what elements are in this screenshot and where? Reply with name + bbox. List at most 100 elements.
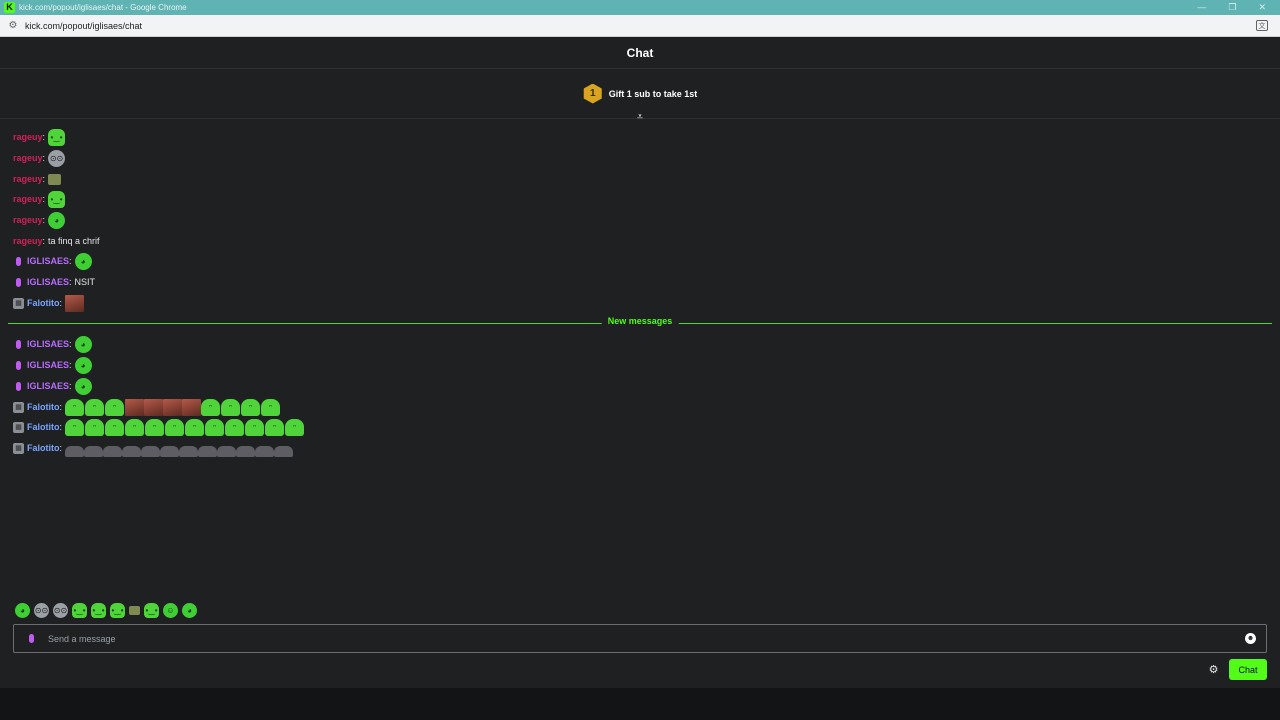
- glasses-face-emote-icon[interactable]: ⊙⊙: [48, 149, 66, 167]
- site-info-icon[interactable]: ⚙: [7, 20, 19, 32]
- ghost-emote-icon[interactable]: ᵔ: [105, 418, 125, 436]
- username-separator: :: [42, 194, 46, 204]
- close-icon[interactable]: ✕: [1258, 2, 1266, 13]
- message-input-box[interactable]: ☻: [13, 624, 1267, 653]
- chat-header: Chat: [0, 38, 1280, 69]
- bird-emote-icon[interactable]: [198, 445, 218, 457]
- ghost-emote-icon[interactable]: ᵔ: [85, 418, 105, 436]
- box-face-emote-icon[interactable]: [48, 173, 62, 185]
- url-text[interactable]: kick.com/popout/iglisaes/chat: [25, 21, 142, 31]
- green-blob-quick-emote-icon[interactable]: •‿•: [110, 603, 125, 618]
- chat-username[interactable]: rageuy: [13, 132, 43, 142]
- translate-icon[interactable]: 文: [1256, 20, 1268, 31]
- round-green-quick-emote-icon[interactable]: ◕: [182, 603, 197, 618]
- chat-username[interactable]: IGLISAES: [27, 339, 69, 349]
- chat-username[interactable]: rageuy: [13, 174, 43, 184]
- ghost-emote-icon[interactable]: ᵔ: [125, 418, 145, 436]
- photo-emote-icon[interactable]: [144, 398, 164, 416]
- green-blob-emote-icon[interactable]: •‿•: [48, 128, 66, 146]
- ghost-emote-icon[interactable]: ᵔ: [265, 418, 285, 436]
- chat-username[interactable]: rageuy: [13, 194, 43, 204]
- chat-username[interactable]: Falotito: [27, 443, 60, 453]
- emoji-picker-icon[interactable]: ☻: [1245, 633, 1256, 644]
- chat-settings-gear-icon[interactable]: ⚙: [1207, 663, 1220, 676]
- green-blob-quick-emote-icon[interactable]: •‿•: [144, 603, 159, 618]
- ghost-emote-icon[interactable]: ᵔ: [261, 398, 281, 416]
- bird-emote-icon[interactable]: [103, 445, 123, 457]
- round-green-emote-icon[interactable]: ◕: [74, 252, 92, 270]
- broadcaster-mic-icon: [13, 380, 23, 392]
- chat-message: IGLISAES: ◕: [13, 355, 92, 375]
- face-yellow-quick-emote-icon[interactable]: ☺: [163, 603, 178, 618]
- ghost-emote-icon[interactable]: ᵔ: [185, 418, 205, 436]
- bird-emote-icon[interactable]: [122, 445, 142, 457]
- ghost-emote-icon[interactable]: ᵔ: [145, 418, 165, 436]
- ghost-emote-icon[interactable]: ᵔ: [245, 418, 265, 436]
- ghost-emote-icon[interactable]: ᵔ: [165, 418, 185, 436]
- round-green-emote-icon[interactable]: ◕: [74, 335, 92, 353]
- ghost-emote-icon[interactable]: ᵔ: [285, 418, 305, 436]
- new-messages-label: New messages: [601, 316, 679, 326]
- green-blob-quick-emote-icon[interactable]: •‿•: [91, 603, 106, 618]
- bird-emote-icon[interactable]: [160, 445, 180, 457]
- address-bar[interactable]: ⚙ kick.com/popout/iglisaes/chat 文: [0, 15, 1280, 37]
- ghost-emote-icon[interactable]: ᵔ: [201, 398, 221, 416]
- ghost-emote-icon[interactable]: ᵔ: [85, 398, 105, 416]
- green-blob-quick-emote-icon[interactable]: •‿•: [72, 603, 87, 618]
- gift-sub-prompt[interactable]: Gift 1 sub to take 1st: [609, 89, 698, 99]
- ghost-emote-icon[interactable]: ᵔ: [225, 418, 245, 436]
- bottom-strip: [0, 688, 1280, 720]
- bird-emote-icon[interactable]: [217, 445, 237, 457]
- photo-emote-icon[interactable]: [163, 398, 183, 416]
- green-blob-emote-icon[interactable]: •‿•: [48, 190, 66, 208]
- box-face-quick-emote-icon[interactable]: [129, 606, 140, 615]
- chat-username[interactable]: Falotito: [27, 422, 60, 432]
- chat-username[interactable]: rageuy: [13, 153, 43, 163]
- round-green-emote-icon[interactable]: ◕: [74, 377, 92, 395]
- chat-username[interactable]: IGLISAES: [27, 277, 69, 287]
- chat-message: rageuy: ⊙⊙: [13, 148, 66, 168]
- round-green-quick-emote-icon[interactable]: ◕: [15, 603, 30, 618]
- chat-username[interactable]: rageuy: [13, 236, 43, 246]
- round-green-emote-icon[interactable]: ◕: [74, 356, 92, 374]
- ghost-emote-icon[interactable]: ᵔ: [241, 398, 261, 416]
- chat-message: rageuy: •‿•: [13, 189, 66, 209]
- ghost-emote-icon[interactable]: ᵔ: [65, 398, 85, 416]
- rank-badge-icon: 1: [583, 83, 602, 104]
- ghost-emote-icon[interactable]: ᵔ: [205, 418, 225, 436]
- chat-username[interactable]: IGLISAES: [27, 381, 69, 391]
- photo-emote-icon[interactable]: [125, 398, 145, 416]
- kick-logo-icon: K: [4, 2, 15, 13]
- bird-emote-icon[interactable]: [141, 445, 161, 457]
- maximize-icon[interactable]: ❐: [1228, 2, 1236, 13]
- glasses-face-quick-emote-icon[interactable]: ⊙⊙: [53, 603, 68, 618]
- photo-emote-icon[interactable]: [65, 294, 85, 312]
- chat-username[interactable]: IGLISAES: [27, 360, 69, 370]
- collapse-pinned-icon[interactable]: ⩡: [634, 112, 646, 123]
- ghost-emote-icon[interactable]: ᵔ: [65, 418, 85, 436]
- bird-emote-icon[interactable]: [84, 445, 104, 457]
- username-separator: :: [69, 256, 72, 266]
- bird-emote-icon[interactable]: [236, 445, 256, 457]
- send-chat-button[interactable]: Chat: [1229, 659, 1267, 680]
- chat-username[interactable]: Falotito: [27, 402, 60, 412]
- bird-emote-icon[interactable]: [65, 445, 85, 457]
- chat-message: rageuy: ◕: [13, 210, 66, 230]
- bird-emote-icon[interactable]: [274, 445, 294, 457]
- ghost-emote-icon[interactable]: ᵔ: [105, 398, 125, 416]
- photo-emote-icon[interactable]: [182, 398, 202, 416]
- ghost-emote-icon[interactable]: ᵔ: [221, 398, 241, 416]
- round-green-emote-icon[interactable]: ◕: [48, 211, 66, 229]
- chat-message: ▦ Falotito:: [13, 293, 85, 313]
- broadcaster-mic-icon: [13, 276, 23, 288]
- minimize-icon[interactable]: —: [1197, 2, 1206, 13]
- bird-emote-icon[interactable]: [179, 445, 199, 457]
- chat-username[interactable]: Falotito: [27, 298, 60, 308]
- broadcaster-mic-icon: [13, 359, 23, 371]
- chat-username[interactable]: rageuy: [13, 215, 43, 225]
- bird-emote-icon[interactable]: [255, 445, 275, 457]
- glasses-face-quick-emote-icon[interactable]: ⊙⊙: [34, 603, 49, 618]
- message-input[interactable]: [48, 633, 1245, 644]
- chat-username[interactable]: IGLISAES: [27, 256, 69, 266]
- subscriber-badge-icon: ▦: [13, 421, 24, 433]
